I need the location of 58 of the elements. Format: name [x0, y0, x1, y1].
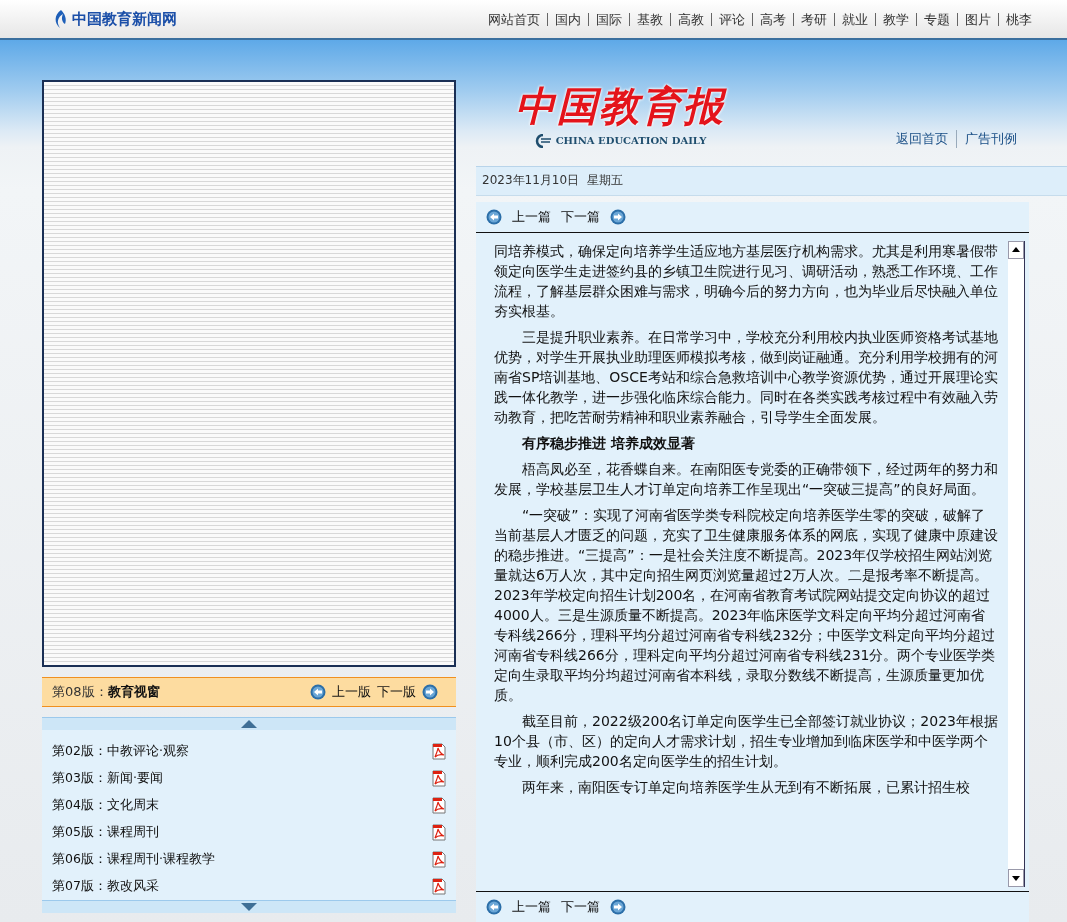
next-article-link[interactable]: 下一篇 [561, 207, 600, 226]
previous-icon [310, 684, 326, 700]
nav-link[interactable]: 桃李 [998, 12, 1039, 26]
pdf-icon[interactable] [432, 878, 446, 895]
nav-link[interactable]: 评论 [711, 12, 752, 26]
nav-link[interactable]: 图片 [957, 12, 998, 26]
pdf-icon[interactable] [432, 851, 446, 868]
scroll-up-icon[interactable] [241, 720, 257, 728]
newspaper-subtitle: CHINA EDUCATION DAILY [555, 135, 707, 147]
pdf-icon[interactable] [432, 797, 446, 814]
issue-date: 2023年11月10日 [482, 172, 580, 190]
article-paragraph: 截至目前，2022级200名订单定向医学生已全部签订就业协议；2023年根据10个县（市、区）的定向人才需求计划，招生专业增加到临床医学和中医学两个专业，顺利完成200名定向医学生的招生计划。 [494, 711, 998, 771]
nav-link[interactable]: 高教 [670, 12, 711, 26]
edition-link[interactable]: 第06版：课程周刊·课程教学 [52, 851, 215, 868]
scroll-down-arrow-icon[interactable] [1012, 875, 1020, 881]
next-icon [610, 899, 626, 915]
nav-link[interactable]: 网站首页 [481, 12, 547, 26]
nav-link[interactable]: 高考 [752, 12, 793, 26]
edition-link[interactable]: 第05版：课程周刊 [52, 824, 159, 841]
previous-article-link[interactable]: 上一篇 [512, 207, 551, 226]
newspaper-logo: 中国教育报 [515, 80, 725, 131]
weekday: 星期五 [587, 172, 624, 190]
nav-link[interactable]: 国内 [547, 12, 588, 26]
article-paragraph: 梧高凤必至，花香蝶自来。在南阳医专党委的正确带领下，经过两年的努力和发展，学校基层卫生人才订单定向培养工作呈现出“一突破三提高”的良好局面。 [494, 459, 998, 499]
nav-link[interactable]: 基教 [629, 12, 670, 26]
previous-icon [486, 899, 502, 915]
next-icon [422, 684, 438, 700]
nav-link[interactable]: 就业 [834, 12, 875, 26]
edition-link[interactable]: 第02版：中教评论·观察 [52, 743, 189, 760]
previous-page-link[interactable]: 上一版 [332, 683, 371, 701]
site-name[interactable]: 中国教育新闻网 [72, 9, 177, 29]
edition-link[interactable]: 第03版：新闻·要闻 [52, 770, 163, 787]
nav-link[interactable]: 考研 [793, 12, 834, 26]
scroll-up-arrow-icon[interactable] [1012, 247, 1020, 253]
header-link[interactable]: 返回首页 [888, 129, 956, 148]
nav-link[interactable]: 专题 [916, 12, 957, 26]
pdf-icon[interactable] [432, 824, 446, 841]
page-title: 第08版：教育视窗 [52, 683, 160, 701]
next-page-link[interactable]: 下一版 [377, 683, 416, 701]
scrollbar[interactable] [1008, 240, 1025, 887]
article-paragraph: “一突破”：实现了河南省医学类专科院校定向培养医学生零的突破，破解了当前基层人才匮乏的问题，充实了卫生健康服务体系的网底，实现了健康中原建设的稳步推进。“三提高”：一是社会关注度不断提高。2023年仅学校招生网站浏览量就达6万人次，其中定向招生网页浏览量超过2万人次。二是报考率不断提高。2023年学校定向招生计划200名，在河南省教育考试院网站提交定向协议的超过4000人。三是生源质量不断提高。2023年临床医学文科定向平均分超过河南省专科线266分，理科平均分超过河南省专科线232分；中医学文科定向平均分超过河南省专科线266分，理科定向平均分超过河南省专科线231分。两个专业医学类定向生录取平均分均超过河南省本科线，录取分数线不断提高，生源质量更加优质。 [494, 505, 998, 705]
pdf-icon[interactable] [432, 770, 446, 787]
next-icon [610, 208, 626, 225]
previous-article-link[interactable]: 上一篇 [512, 898, 551, 916]
article-paragraph: 同培养模式，确保定向培养学生适应地方基层医疗机构需求。尤其是利用寒暑假带领定向医学生走进签约县的乡镇卫生院进行见习、调研活动，熟悉工作环境、工作流程，了解基层群众困难与需求，明确今后的努力方向，也为毕业后尽快融入单位夯实根基。 [494, 241, 998, 321]
previous-icon [486, 208, 502, 225]
pdf-icon[interactable] [432, 743, 446, 760]
header-link[interactable]: 广告刊例 [956, 129, 1025, 148]
nav-link[interactable]: 教学 [875, 12, 916, 26]
section-heading: 有序稳步推进 培养成效显著 [521, 433, 696, 453]
edition-link[interactable]: 第04版：文化周末 [52, 797, 159, 814]
edition-link[interactable]: 第07版：教改风采 [52, 878, 159, 895]
article-paragraph: 两年来，南阳医专订单定向培养医学生从无到有不断拓展，已累计招生校 [521, 777, 971, 797]
nav-link[interactable]: 国际 [588, 12, 629, 26]
scroll-down-icon[interactable] [241, 903, 257, 911]
article-paragraph: 三是提升职业素养。在日常学习中，学校充分利用校内执业医师资格考试基地优势，对学生开展执业助理医师模拟考核，做到岗证融通。充分利用学校拥有的河南省SP培训基地、OSCE考站和综合急救培训中心教学资源优势，通过开展理论实践一体化教学，进一步强化临床综合能力。同时在各类实践考核过程中有效融入劳动教育，把吃苦耐劳精神和职业素养融合，引导学生全面发展。 [494, 327, 998, 427]
next-article-link[interactable]: 下一篇 [561, 898, 600, 916]
globe-logo-icon [533, 133, 552, 148]
